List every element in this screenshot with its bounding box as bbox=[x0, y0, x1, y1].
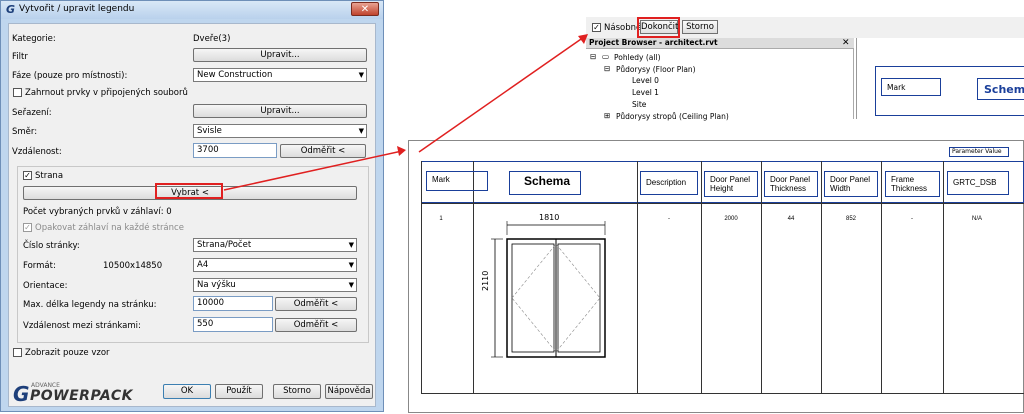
arrowhead bbox=[397, 146, 406, 156]
arrow-to-dokoncit bbox=[418, 36, 585, 153]
annotation-arrows bbox=[223, 34, 588, 191]
arrow-to-schedule bbox=[223, 150, 403, 191]
arrowhead bbox=[578, 34, 588, 44]
